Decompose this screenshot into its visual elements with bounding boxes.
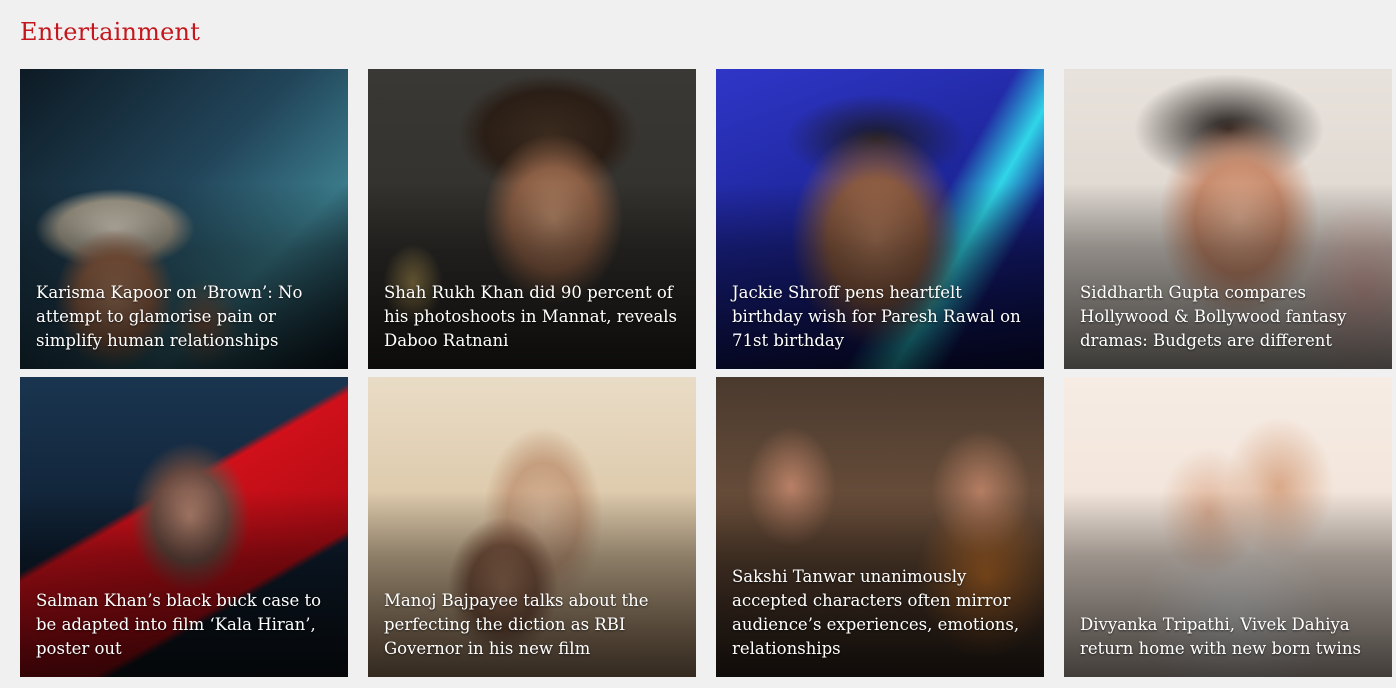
news-headline[interactable]: Jackie Shroff pens heartfelt birthday wi… (732, 281, 1030, 353)
news-card[interactable]: Karisma Kapoor on ‘Brown’: No attempt to… (20, 69, 348, 369)
news-card[interactable]: Shah Rukh Khan did 90 percent of his pho… (368, 69, 696, 369)
news-headline[interactable]: Sakshi Tanwar unanimously accepted chara… (732, 565, 1030, 661)
news-card[interactable]: Siddharth Gupta compares Hollywood & Bol… (1064, 69, 1392, 369)
news-card[interactable]: Manoj Bajpayee talks about the perfectin… (368, 377, 696, 677)
section-title[interactable]: Entertainment (20, 18, 200, 46)
news-headline[interactable]: Divyanka Tripathi, Vivek Dahiya return h… (1080, 613, 1378, 661)
entertainment-section: Entertainment Karisma Kapoor on ‘Brown’:… (0, 0, 1396, 688)
news-headline[interactable]: Salman Khan’s black buck case to be adap… (36, 589, 334, 661)
news-card[interactable]: Salman Khan’s black buck case to be adap… (20, 377, 348, 677)
news-grid: Karisma Kapoor on ‘Brown’: No attempt to… (20, 69, 1392, 677)
news-headline[interactable]: Siddharth Gupta compares Hollywood & Bol… (1080, 281, 1378, 353)
news-card[interactable]: Divyanka Tripathi, Vivek Dahiya return h… (1064, 377, 1392, 677)
news-headline[interactable]: Manoj Bajpayee talks about the perfectin… (384, 589, 682, 661)
news-headline[interactable]: Shah Rukh Khan did 90 percent of his pho… (384, 281, 682, 353)
news-card[interactable]: Jackie Shroff pens heartfelt birthday wi… (716, 69, 1044, 369)
news-card[interactable]: Sakshi Tanwar unanimously accepted chara… (716, 377, 1044, 677)
news-headline[interactable]: Karisma Kapoor on ‘Brown’: No attempt to… (36, 281, 334, 353)
